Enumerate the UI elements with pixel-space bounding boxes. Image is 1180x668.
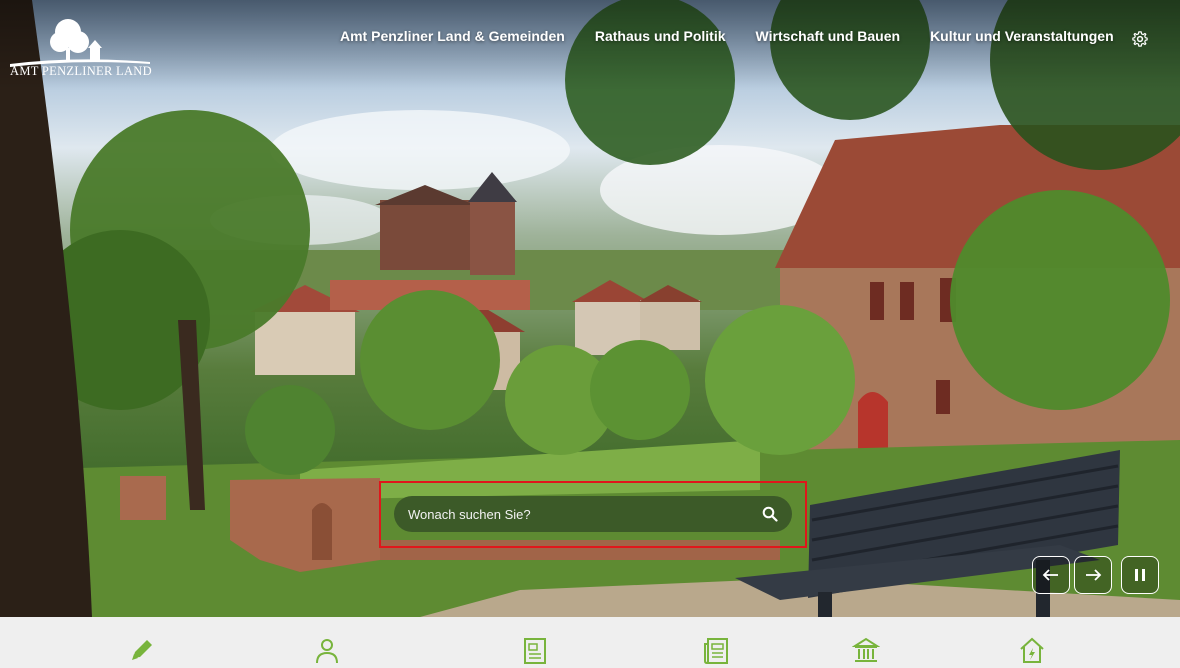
arrow-left-icon [1042,569,1058,581]
slider-prev-button[interactable] [1032,556,1070,594]
house-icon[interactable] [1018,636,1046,664]
search-icon[interactable] [760,504,780,524]
pencil-icon[interactable] [128,636,156,664]
logo-text[interactable]: AMT PENZLINER LAND [10,64,152,79]
person-icon[interactable] [313,636,341,664]
slider-next-button[interactable] [1074,556,1112,594]
search-bar [394,496,792,532]
newspaper-icon[interactable] [702,636,730,664]
pause-icon [1135,569,1145,581]
main-navigation: Amt Penzliner Land & Gemeinden Rathaus u… [340,28,1114,44]
gear-icon[interactable] [1131,30,1149,48]
slider-pause-button[interactable] [1121,556,1159,594]
nav-item-wirtschaft-bauen[interactable]: Wirtschaft und Bauen [756,28,901,44]
search-input[interactable] [408,506,760,522]
town-hall-icon[interactable] [852,636,880,664]
nav-item-amt-gemeinden[interactable]: Amt Penzliner Land & Gemeinden [340,28,565,44]
document-image-icon[interactable] [521,636,549,664]
nav-item-kultur-veranstaltungen[interactable]: Kultur und Veranstaltungen [930,28,1114,44]
arrow-right-icon [1086,569,1102,581]
quick-access-bar [0,617,1180,668]
nav-item-rathaus-politik[interactable]: Rathaus und Politik [595,28,726,44]
